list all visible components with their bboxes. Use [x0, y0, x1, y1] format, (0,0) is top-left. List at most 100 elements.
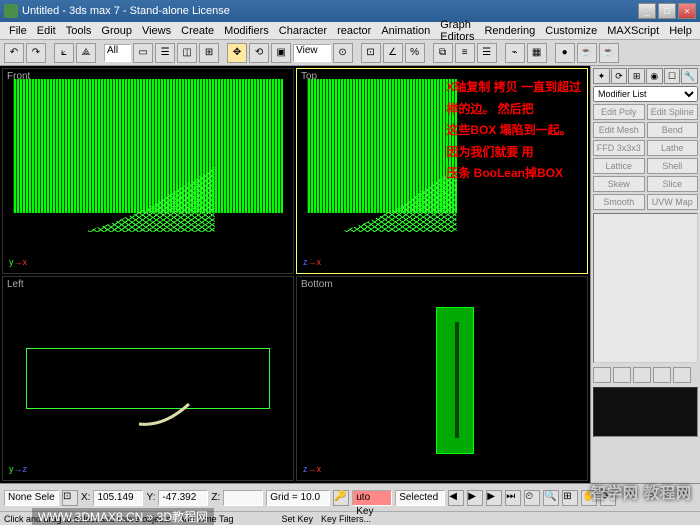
- layer-button[interactable]: ☰: [477, 43, 497, 63]
- viewport-left[interactable]: Left y→z: [2, 276, 294, 482]
- maximize-button[interactable]: □: [658, 3, 676, 19]
- menu-modifiers[interactable]: Modifiers: [219, 25, 274, 37]
- mod-edit-poly[interactable]: Edit Poly: [593, 104, 645, 120]
- material-button[interactable]: ●: [555, 43, 575, 63]
- menu-create[interactable]: Create: [176, 25, 219, 37]
- modifier-list[interactable]: Modifier List: [593, 86, 698, 102]
- motion-tab[interactable]: ◉: [646, 68, 663, 84]
- mod-smooth[interactable]: Smooth: [593, 194, 645, 210]
- mod-ffd[interactable]: FFD 3x3x3: [593, 140, 645, 156]
- unlink-button[interactable]: ⟁: [76, 43, 96, 63]
- window-crossing-button[interactable]: ⊞: [199, 43, 219, 63]
- menu-file[interactable]: File: [4, 25, 32, 37]
- configure-icon[interactable]: [673, 367, 691, 383]
- prev-key-icon[interactable]: ◀: [448, 490, 464, 506]
- setkey-button[interactable]: Set Key: [281, 514, 313, 524]
- coord-x[interactable]: 105.149: [93, 490, 143, 506]
- viewport-bottom[interactable]: Bottom z→x: [296, 276, 588, 482]
- mod-shell[interactable]: Shell: [647, 158, 699, 174]
- menu-rendering[interactable]: Rendering: [479, 25, 540, 37]
- quick-render-button[interactable]: ☕: [599, 43, 619, 63]
- snap-button[interactable]: ⊡: [361, 43, 381, 63]
- scale-button[interactable]: ▣: [271, 43, 291, 63]
- lock-selection-icon[interactable]: ⊡: [62, 490, 78, 506]
- mod-edit-mesh[interactable]: Edit Mesh: [593, 122, 645, 138]
- selection-filter[interactable]: All: [104, 44, 131, 62]
- viewport-front[interactable]: Front y→x: [2, 68, 294, 274]
- close-button[interactable]: ×: [678, 3, 696, 19]
- menu-customize[interactable]: Customize: [540, 25, 602, 37]
- modify-tab[interactable]: ⟳: [611, 68, 628, 84]
- mod-edit-spline[interactable]: Edit Spline: [647, 104, 699, 120]
- modifier-buttons: Edit Poly Edit Spline Edit Mesh Bend FFD…: [593, 104, 698, 210]
- menu-reactor[interactable]: reactor: [332, 25, 376, 37]
- menu-edit[interactable]: Edit: [32, 25, 61, 37]
- play-icon[interactable]: ▶: [486, 490, 502, 506]
- angle-snap-button[interactable]: ∠: [383, 43, 403, 63]
- make-unique-icon[interactable]: [633, 367, 651, 383]
- axis-gizmo: y→x: [9, 257, 27, 267]
- key-mode-icon[interactable]: 🔑: [333, 490, 349, 506]
- keyfilter-select[interactable]: Selected: [395, 490, 445, 506]
- viewport-top[interactable]: Top X轴复制 拷贝 一直到超过 榉的边。 然后把 这些BOX 塌陷到一起。 …: [296, 68, 588, 274]
- menu-character[interactable]: Character: [274, 25, 332, 37]
- utilities-tab[interactable]: 🔧: [681, 68, 698, 84]
- coord-z[interactable]: [223, 490, 263, 506]
- minimize-button[interactable]: _: [638, 3, 656, 19]
- viewport-grid: Front y→x Top X轴复制 拷贝 一直到超过 榉的边。 然后把 这些B…: [0, 66, 590, 483]
- modifier-stack[interactable]: [593, 213, 698, 363]
- align-button[interactable]: ≡: [455, 43, 475, 63]
- coord-y[interactable]: -47.392: [158, 490, 208, 506]
- curve-object: [134, 399, 194, 429]
- redo-button[interactable]: ↷: [26, 43, 46, 63]
- link-button[interactable]: ⟀: [54, 43, 74, 63]
- grid-status: Grid = 10.0: [266, 490, 330, 506]
- create-tab[interactable]: ✦: [593, 68, 610, 84]
- hierarchy-tab[interactable]: ⊞: [628, 68, 645, 84]
- display-tab[interactable]: ☐: [664, 68, 681, 84]
- remove-mod-icon[interactable]: [653, 367, 671, 383]
- time-config-icon[interactable]: ⏲: [524, 490, 540, 506]
- mod-bend[interactable]: Bend: [647, 122, 699, 138]
- mirror-button[interactable]: ⧉: [433, 43, 453, 63]
- mod-skew[interactable]: Skew: [593, 176, 645, 192]
- zoom-all-icon[interactable]: ⊞: [562, 490, 578, 506]
- autokey-button[interactable]: uto Key: [352, 490, 392, 506]
- rollout-area: [593, 387, 698, 437]
- menu-maxscript[interactable]: MAXScript: [602, 25, 664, 37]
- pivot-button[interactable]: ⊙: [333, 43, 353, 63]
- mod-lattice[interactable]: Lattice: [593, 158, 645, 174]
- main-toolbar: ↶ ↷ ⟀ ⟁ All ▭ ☰ ◫ ⊞ ✥ ⟲ ▣ View ⊙ ⊡ ∠ % ⧉…: [0, 40, 700, 66]
- menu-help[interactable]: Help: [664, 25, 697, 37]
- select-region-button[interactable]: ◫: [177, 43, 197, 63]
- schematic-button[interactable]: ▦: [527, 43, 547, 63]
- menubar: File Edit Tools Group Views Create Modif…: [0, 22, 700, 40]
- goto-end-icon[interactable]: ⏭: [505, 490, 521, 506]
- mod-lathe[interactable]: Lathe: [647, 140, 699, 156]
- menu-tools[interactable]: Tools: [61, 25, 97, 37]
- app-icon: [4, 4, 18, 18]
- menu-group[interactable]: Group: [96, 25, 137, 37]
- pin-stack-icon[interactable]: [593, 367, 611, 383]
- titlebar: Untitled - 3ds max 7 - Stand-alone Licen…: [0, 0, 700, 22]
- select-name-button[interactable]: ☰: [155, 43, 175, 63]
- menu-animation[interactable]: Animation: [376, 25, 435, 37]
- rotate-button[interactable]: ⟲: [249, 43, 269, 63]
- ref-coord[interactable]: View: [293, 44, 331, 62]
- show-end-icon[interactable]: [613, 367, 631, 383]
- zoom-icon[interactable]: 🔍: [543, 490, 559, 506]
- select-button[interactable]: ▭: [133, 43, 153, 63]
- annotation-text: X轴复制 拷贝 一直到超过 榉的边。 然后把 这些BOX 塌陷到一起。 因为我们…: [446, 77, 581, 185]
- axis-gizmo: y→z: [9, 464, 27, 474]
- curve-editor-button[interactable]: ⌁: [505, 43, 525, 63]
- percent-snap-button[interactable]: %: [405, 43, 425, 63]
- keyfilters-button[interactable]: Key Filters...: [321, 514, 371, 524]
- undo-button[interactable]: ↶: [4, 43, 24, 63]
- menu-views[interactable]: Views: [137, 25, 176, 37]
- move-button[interactable]: ✥: [227, 43, 247, 63]
- mod-slice[interactable]: Slice: [647, 176, 699, 192]
- next-key-icon[interactable]: ▶: [467, 490, 483, 506]
- menu-grapheditors[interactable]: Graph Editors: [435, 19, 479, 43]
- render-scene-button[interactable]: ☕: [577, 43, 597, 63]
- mod-uvwmap[interactable]: UVW Map: [647, 194, 699, 210]
